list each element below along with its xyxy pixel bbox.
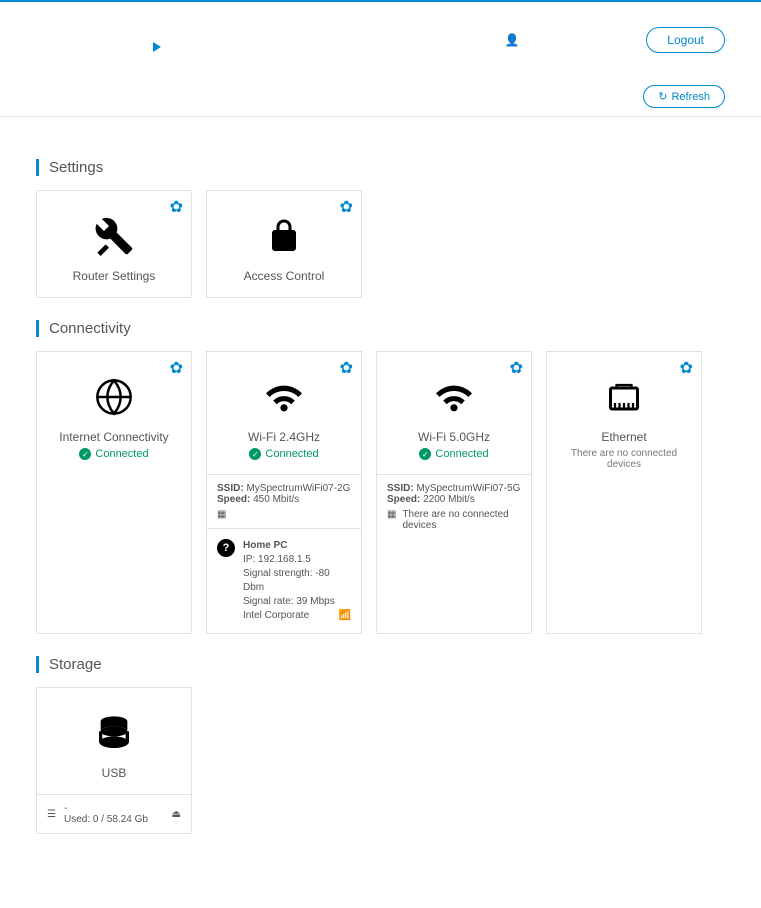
wifi-signal-icon: 📶	[339, 609, 351, 623]
lock-icon	[215, 213, 353, 259]
storage-cards: USB ☰ - Used: 0 / 58.24 Gb ⏏	[36, 687, 725, 834]
card-ethernet[interactable]: ✿ Ethernet There are no connected device…	[546, 351, 702, 634]
logo-spectrum: Spectrum	[36, 31, 161, 59]
card-title: Ethernet	[555, 430, 693, 444]
status-connected: ✓Connected	[215, 448, 353, 460]
card-usb[interactable]: USB ☰ - Used: 0 / 58.24 Gb ⏏	[36, 687, 192, 834]
card-title: USB	[45, 766, 183, 780]
connectivity-cards: ✿ Internet Connectivity ✓Connected ✿ Wi-…	[36, 351, 725, 634]
gear-icon[interactable]: ✿	[680, 358, 693, 378]
gear-icon[interactable]: ✿	[170, 358, 183, 378]
gear-icon[interactable]: ✿	[340, 358, 353, 378]
usb-detail: ☰ - Used: 0 / 58.24 Gb ⏏	[37, 794, 191, 833]
wifi-icon	[385, 374, 523, 420]
tools-icon	[45, 213, 183, 259]
settings-cards: ✿ Router Settings ✿ Access Control	[36, 190, 725, 298]
logo-charter: Charter	[36, 20, 161, 31]
eject-icon[interactable]: ⏏	[172, 809, 181, 820]
no-devices-text: There are no connected devices	[555, 448, 693, 470]
logo: Charter Spectrum	[36, 20, 161, 59]
storage-icon	[45, 710, 183, 756]
card-title: Router Settings	[45, 269, 183, 283]
card-wifi-5[interactable]: ✿ Wi-Fi 5.0GHz ✓Connected SSID: MySpectr…	[376, 351, 532, 634]
subbar: ↻Refresh	[0, 77, 761, 117]
gear-icon[interactable]: ✿	[170, 197, 183, 217]
card-title: Internet Connectivity	[45, 430, 183, 444]
card-wifi-24[interactable]: ✿ Wi-Fi 2.4GHz ✓Connected SSID: MySpectr…	[206, 351, 362, 634]
logout-button[interactable]: Logout	[646, 27, 725, 53]
header-right: 👤 Logged in as admin Logout	[505, 27, 725, 53]
user-icon: 👤	[505, 33, 520, 47]
gear-icon[interactable]: ✿	[340, 197, 353, 217]
qr-icon[interactable]: ▦	[217, 509, 351, 520]
disk-icon: ☰	[47, 809, 56, 820]
card-title: Wi-Fi 2.4GHz	[215, 430, 353, 444]
logo-triangle-icon	[153, 42, 161, 52]
card-internet[interactable]: ✿ Internet Connectivity ✓Connected	[36, 351, 192, 634]
qr-icon[interactable]: ▦	[387, 509, 396, 531]
status-connected: ✓Connected	[45, 448, 183, 460]
refresh-button[interactable]: ↻Refresh	[643, 85, 725, 108]
logged-in-text: 👤 Logged in as admin	[505, 33, 631, 47]
card-title: Access Control	[215, 269, 353, 283]
section-connectivity-title: Connectivity	[36, 320, 725, 337]
check-icon: ✓	[79, 448, 91, 460]
wifi-icon	[215, 374, 353, 420]
device-info: Home PC IP: 192.168.1.5 Signal strength:…	[243, 539, 351, 623]
card-router-settings[interactable]: ✿ Router Settings	[36, 190, 192, 298]
gear-icon[interactable]: ✿	[510, 358, 523, 378]
status-connected: ✓Connected	[385, 448, 523, 460]
unknown-device-icon: ?	[217, 539, 235, 557]
wifi5-details: SSID: MySpectrumWiFi07-5G Speed: 2200 Mb…	[377, 474, 531, 539]
wifi24-details: SSID: MySpectrumWiFi07-2G Speed: 450 Mbi…	[207, 474, 361, 528]
refresh-icon: ↻	[658, 90, 667, 103]
card-access-control[interactable]: ✿ Access Control	[206, 190, 362, 298]
header: Charter Spectrum 👤 Logged in as admin Lo…	[0, 0, 761, 77]
globe-icon	[45, 374, 183, 420]
ethernet-icon	[555, 374, 693, 420]
check-icon: ✓	[419, 448, 431, 460]
device-row[interactable]: ? Home PC IP: 192.168.1.5 Signal strengt…	[207, 528, 361, 633]
content: Settings ✿ Router Settings ✿ Access Cont…	[0, 117, 761, 874]
check-icon: ✓	[249, 448, 261, 460]
section-settings-title: Settings	[36, 159, 725, 176]
section-storage-title: Storage	[36, 656, 725, 673]
card-title: Wi-Fi 5.0GHz	[385, 430, 523, 444]
